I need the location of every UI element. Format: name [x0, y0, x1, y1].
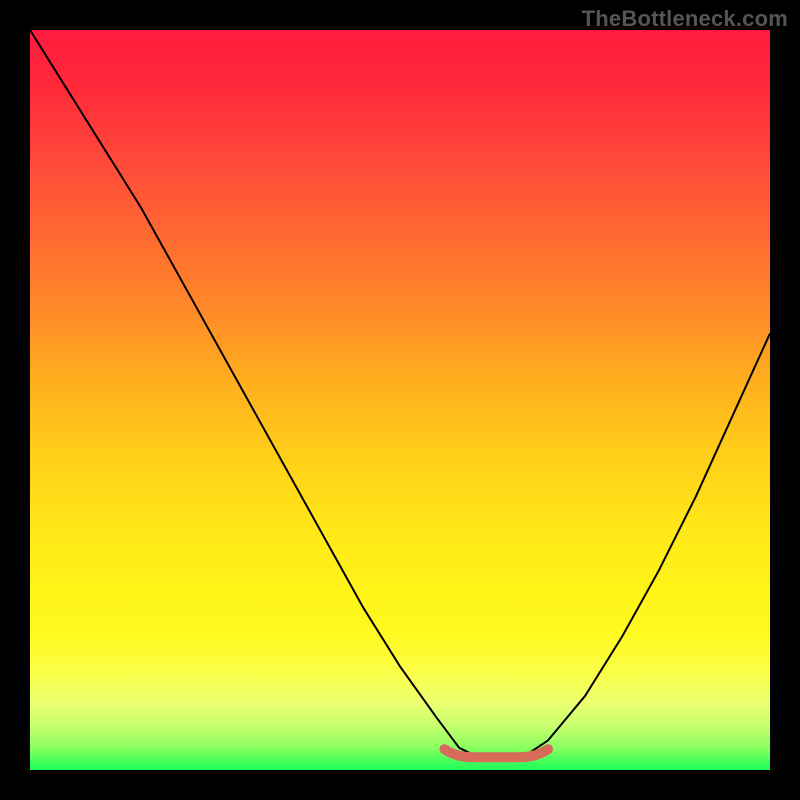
watermark-text: TheBottleneck.com	[582, 6, 788, 32]
plot-area	[30, 30, 770, 770]
chart-frame: TheBottleneck.com	[0, 0, 800, 800]
bottleneck-curve	[30, 30, 770, 755]
chart-overlay	[30, 30, 770, 770]
